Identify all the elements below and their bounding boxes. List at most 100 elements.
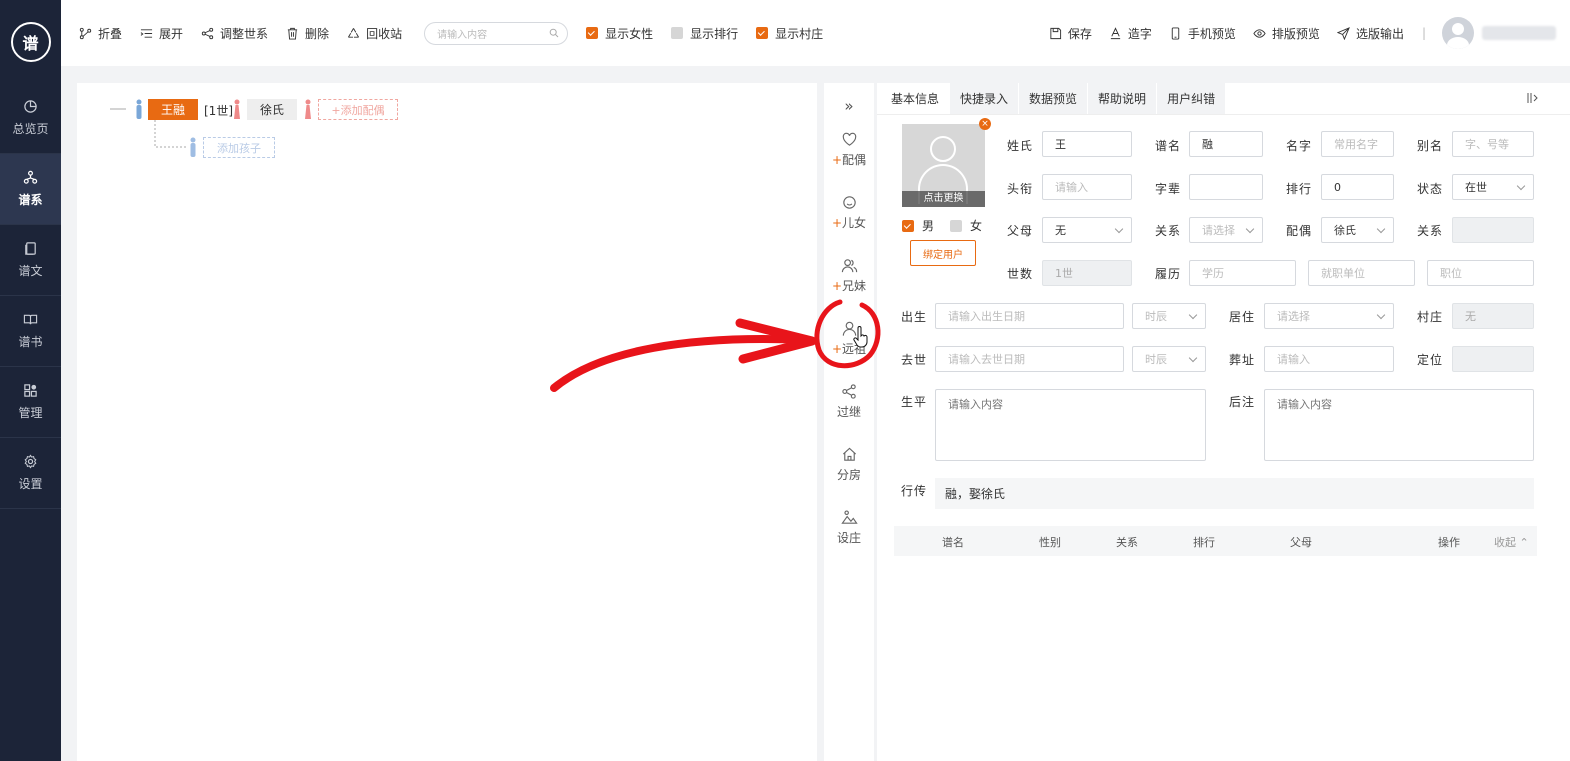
bind-user-button[interactable]: 绑定用户	[910, 240, 976, 266]
tab-help[interactable]: 帮助说明	[1088, 83, 1157, 114]
add-spouse-tool[interactable]: +配偶	[824, 131, 874, 168]
branch-house-tool[interactable]: 分房	[824, 446, 874, 483]
expand-button[interactable]: 展开	[140, 25, 183, 42]
locate-field	[1452, 346, 1534, 372]
app-root: 谱 总览页 谱系 谱文 谱书 管理 设置 折叠 展开 调整世系 删除 回收站 请…	[0, 0, 1570, 761]
add-siblings-tool[interactable]: +兄妹	[824, 257, 874, 294]
chevron-down-icon	[1376, 224, 1386, 234]
checkbox-unchecked	[671, 27, 684, 39]
plus-sign: +	[831, 216, 843, 230]
birth-date-field[interactable]: 请输入出生日期	[935, 303, 1124, 329]
surname-field[interactable]: 王	[1042, 131, 1132, 157]
birth-hour-select[interactable]: 时辰	[1132, 303, 1206, 329]
relation2-label: 关系	[1417, 224, 1444, 238]
profile-photo[interactable]: 点击更换	[902, 124, 985, 207]
death-hour-placeholder: 时辰	[1145, 353, 1167, 366]
collapse-table-toggle[interactable]: 收起 ⌃	[1494, 534, 1529, 550]
remove-photo-icon[interactable]: ×	[979, 118, 991, 130]
sidebar-item-books[interactable]: 谱书	[0, 296, 61, 367]
chevron-down-icon	[1188, 310, 1198, 320]
death-date-field[interactable]: 请输入去世日期	[935, 346, 1124, 372]
adopt-tool[interactable]: 过继	[824, 383, 874, 420]
add-children-tool[interactable]: +儿女	[824, 194, 874, 231]
sidebar-item-lineage[interactable]: 谱系	[0, 154, 61, 225]
toolbar-right: 保存 造字 手机预览 排版预览 选版输出 |	[1032, 0, 1556, 66]
fold-button[interactable]: 折叠	[79, 25, 122, 42]
education-field[interactable]: 学历	[1189, 260, 1296, 286]
sidebar-item-overview[interactable]: 总览页	[0, 83, 61, 154]
sidebar-item-texts[interactable]: 谱文	[0, 225, 61, 296]
save-button[interactable]: 保存	[1049, 25, 1092, 42]
show-village-checkbox[interactable]: 显示村庄	[756, 25, 823, 42]
panel-collapse-icon[interactable]	[1526, 91, 1540, 105]
title-field[interactable]: 请输入	[1042, 174, 1132, 200]
sidebar-item-label: 谱系	[18, 193, 43, 207]
death-hour-select[interactable]: 时辰	[1132, 346, 1206, 372]
life-story-textarea[interactable]	[935, 389, 1206, 461]
delete-button[interactable]: 删除	[286, 25, 329, 42]
note-textarea[interactable]	[1264, 389, 1534, 461]
generation-label: 世数	[1007, 267, 1034, 281]
tree-node-root[interactable]: 王融	[148, 99, 198, 120]
set-village-tool[interactable]: 设庄	[824, 509, 874, 546]
show-female-checkbox[interactable]: 显示女性	[586, 25, 653, 42]
export-button[interactable]: 选版输出	[1336, 25, 1404, 42]
generation-field: 1世	[1042, 260, 1132, 286]
zibei-field[interactable]	[1189, 174, 1263, 200]
add-child-button[interactable]: 添加孩子	[203, 137, 275, 158]
tab-data-preview[interactable]: 数据预览	[1019, 83, 1088, 114]
parents-select[interactable]: 无	[1042, 217, 1132, 243]
make-char-button[interactable]: 造字	[1109, 25, 1152, 42]
recycle-bin-button[interactable]: 回收站	[347, 25, 402, 42]
tool-label: 过继	[836, 405, 861, 419]
show-rank-checkbox[interactable]: 显示排行	[671, 25, 738, 42]
sidebar-item-manage[interactable]: 管理	[0, 367, 61, 438]
biography-text[interactable]: 融，娶徐氏	[935, 478, 1534, 509]
change-photo-caption[interactable]: 点击更换	[902, 191, 985, 207]
tab-basic-info[interactable]: 基本信息	[881, 83, 950, 114]
gear-icon	[24, 454, 37, 469]
search-input[interactable]: 请输入内容	[424, 21, 569, 45]
village-field: 无	[1452, 303, 1534, 329]
surname-label: 姓氏	[1007, 139, 1034, 153]
female-label: 女	[970, 219, 983, 233]
relation-select[interactable]: 请选择	[1189, 217, 1263, 243]
spouse-select[interactable]: 徐氏	[1321, 217, 1394, 243]
search-icon	[549, 28, 559, 38]
tab-user-corrections[interactable]: 用户纠错	[1157, 83, 1226, 114]
gender-male-checkbox[interactable]: 男	[902, 217, 934, 234]
col-gender: 性别	[1039, 536, 1061, 549]
puming-field[interactable]: 融	[1189, 131, 1263, 157]
biography-label: 行传	[901, 484, 928, 498]
position-field[interactable]: 职位	[1427, 260, 1534, 286]
gender-female-checkbox[interactable]: 女	[950, 217, 982, 234]
tool-label: 兄妹	[842, 279, 867, 293]
user-name-blurred[interactable]	[1482, 26, 1556, 40]
male-person-icon	[190, 137, 196, 157]
residence-select[interactable]: 请选择	[1264, 303, 1394, 329]
zibei-label: 字辈	[1155, 182, 1182, 196]
family-tree-canvas[interactable]: 王融 [1世] 徐氏 +添加配偶 添加孩子	[77, 83, 817, 761]
burial-label: 葬址	[1229, 353, 1256, 367]
layout-preview-button[interactable]: 排版预览	[1253, 25, 1320, 42]
save-icon	[1050, 27, 1061, 39]
add-spouse-button[interactable]: +添加配偶	[318, 99, 398, 120]
paihang-field[interactable]: 0	[1321, 174, 1394, 200]
adjust-lineage-button[interactable]: 调整世系	[201, 25, 268, 42]
collapse-toggle-button[interactable]: »	[824, 97, 874, 115]
tab-quick-entry[interactable]: 快捷录入	[950, 83, 1019, 114]
app-logo[interactable]: 谱	[0, 0, 61, 83]
col-rank: 排行	[1193, 536, 1215, 549]
mobile-preview-button[interactable]: 手机预览	[1169, 25, 1236, 42]
sidebar-item-settings[interactable]: 设置	[0, 438, 61, 509]
user-avatar[interactable]	[1442, 17, 1474, 49]
spouse-value: 徐氏	[1334, 224, 1356, 237]
bieming-field[interactable]: 字、号等	[1452, 131, 1534, 157]
share-icon	[201, 27, 214, 39]
status-select[interactable]: 在世	[1452, 174, 1534, 200]
burial-field[interactable]: 请输入	[1264, 346, 1394, 372]
employer-field[interactable]: 就职单位	[1308, 260, 1415, 286]
mingzi-field[interactable]: 常用名字	[1321, 131, 1394, 157]
male-person-icon	[136, 99, 142, 119]
tree-node-spouse[interactable]: 徐氏	[247, 99, 297, 120]
